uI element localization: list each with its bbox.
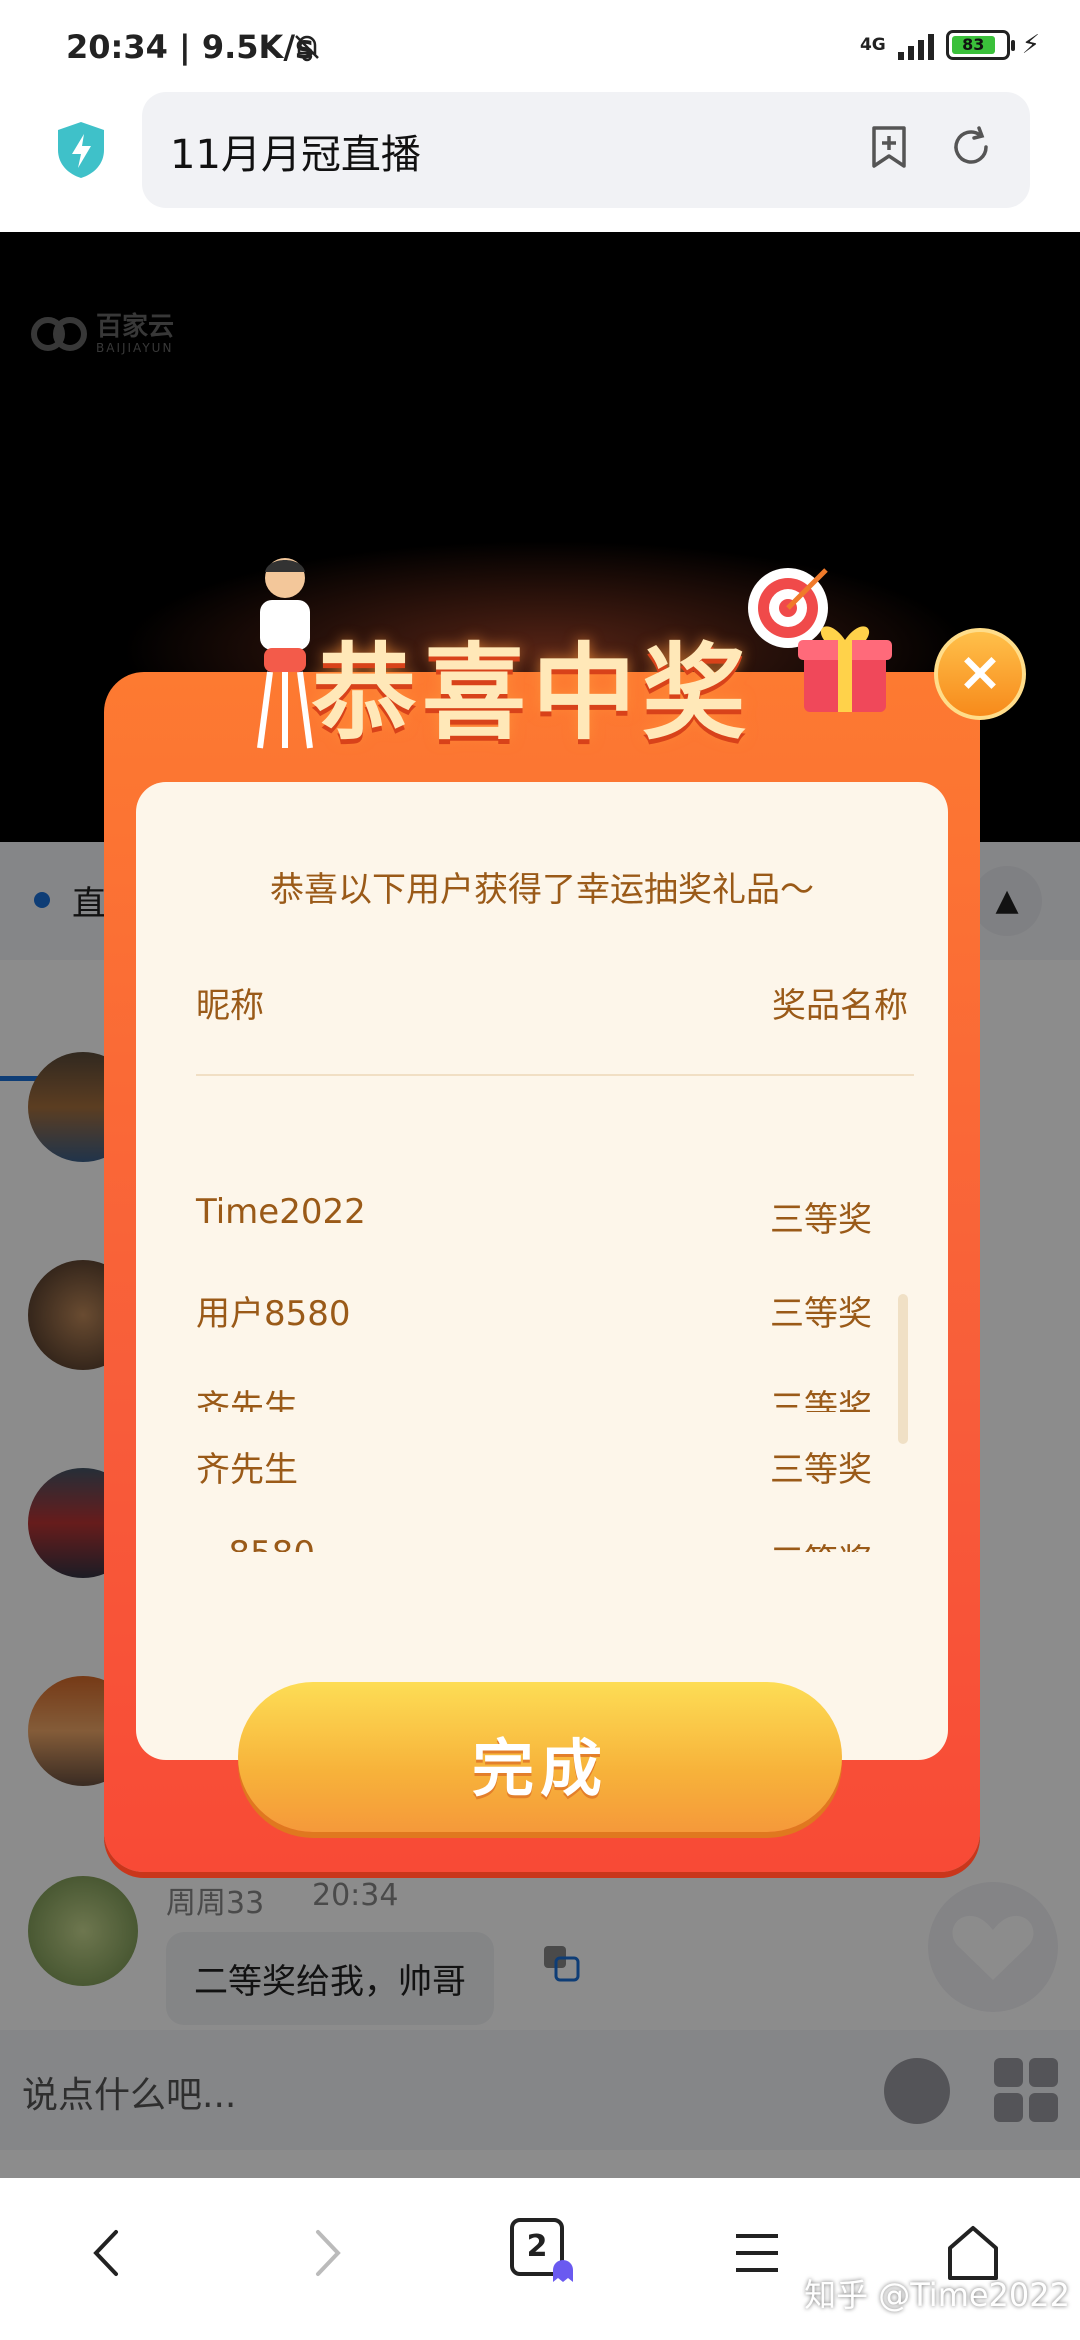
bell-muted-icon — [295, 35, 319, 62]
winner-prize: 三等奖 — [770, 1294, 872, 1334]
column-header-prize: 奖品名称 — [772, 986, 908, 1026]
tabs-button[interactable]: 2 — [510, 2218, 580, 2288]
browser-nav-bar: 2 知乎 @Time2022 — [0, 2178, 1080, 2340]
status-bar: 20:34 | 9.5K/s 4G 83 ⚡ — [0, 0, 1080, 92]
winner-row: 齐先生 三等奖 — [136, 1380, 948, 1412]
winner-nickname: 用户8580 — [196, 1294, 351, 1334]
refresh-icon[interactable] — [946, 122, 996, 172]
card-title: 恭喜以下用户获得了幸运抽奖礼品～ — [270, 870, 814, 910]
charging-icon: ⚡ — [1021, 30, 1040, 60]
list-scrollbar[interactable] — [898, 1294, 908, 1444]
winner-nickname: ...8580 — [196, 1534, 315, 1552]
winner-nickname: 齐先生 — [196, 1388, 298, 1412]
back-icon[interactable] — [72, 2218, 142, 2288]
winner-row: 齐先生 三等奖 — [136, 1442, 948, 1502]
winner-row: Time2022 三等奖 — [136, 1192, 948, 1252]
signal-icon — [897, 30, 934, 60]
network-type: 4G — [859, 35, 886, 55]
winner-prize: 三等奖 — [770, 1450, 872, 1490]
close-button[interactable]: × — [934, 628, 1026, 720]
address-field[interactable]: 11月月冠直播 — [142, 92, 1030, 208]
battery-icon: 83 — [945, 30, 1015, 60]
zhihu-watermark: 知乎 @Time2022 — [804, 2276, 1070, 2314]
divider — [196, 1074, 914, 1076]
winner-prize: 三等奖 — [770, 1200, 872, 1240]
done-button[interactable]: 完成 — [238, 1682, 842, 1832]
column-header-nickname: 昵称 — [196, 986, 264, 1026]
gift-box-icon — [798, 626, 892, 712]
winner-row: 用户8580 三等奖 — [136, 1286, 948, 1346]
forward-icon[interactable] — [292, 2218, 362, 2288]
address-text: 11月月冠直播 — [170, 132, 421, 178]
status-time-speed: 20:34 | 9.5K/s — [66, 28, 315, 66]
add-bookmark-icon[interactable] — [864, 122, 914, 172]
done-button-label: 完成 — [471, 1732, 608, 1805]
security-shield-icon[interactable] — [54, 120, 108, 180]
winner-nickname: 齐先生 — [196, 1450, 298, 1490]
banner-title: 恭喜中奖 — [312, 632, 753, 754]
winners-card: 恭喜以下用户获得了幸运抽奖礼品～ 昵称 奖品名称 Time2022 三等奖 用户… — [136, 782, 948, 1760]
battery-level: 83 — [951, 36, 995, 54]
menu-icon[interactable] — [722, 2218, 792, 2288]
winner-prize: 三等奖 — [770, 1534, 872, 1552]
incognito-ghost-icon — [553, 2260, 573, 2282]
winner-row-partial: ...8580 三等奖 — [136, 1534, 948, 1552]
winner-nickname: Time2022 — [196, 1192, 366, 1232]
winners-list[interactable]: Time2022 三等奖 用户8580 三等奖 齐先生 三等奖 — [136, 1092, 948, 1412]
address-bar-row: 11月月冠直播 — [0, 92, 1080, 232]
winner-prize: 三等奖 — [770, 1388, 872, 1412]
